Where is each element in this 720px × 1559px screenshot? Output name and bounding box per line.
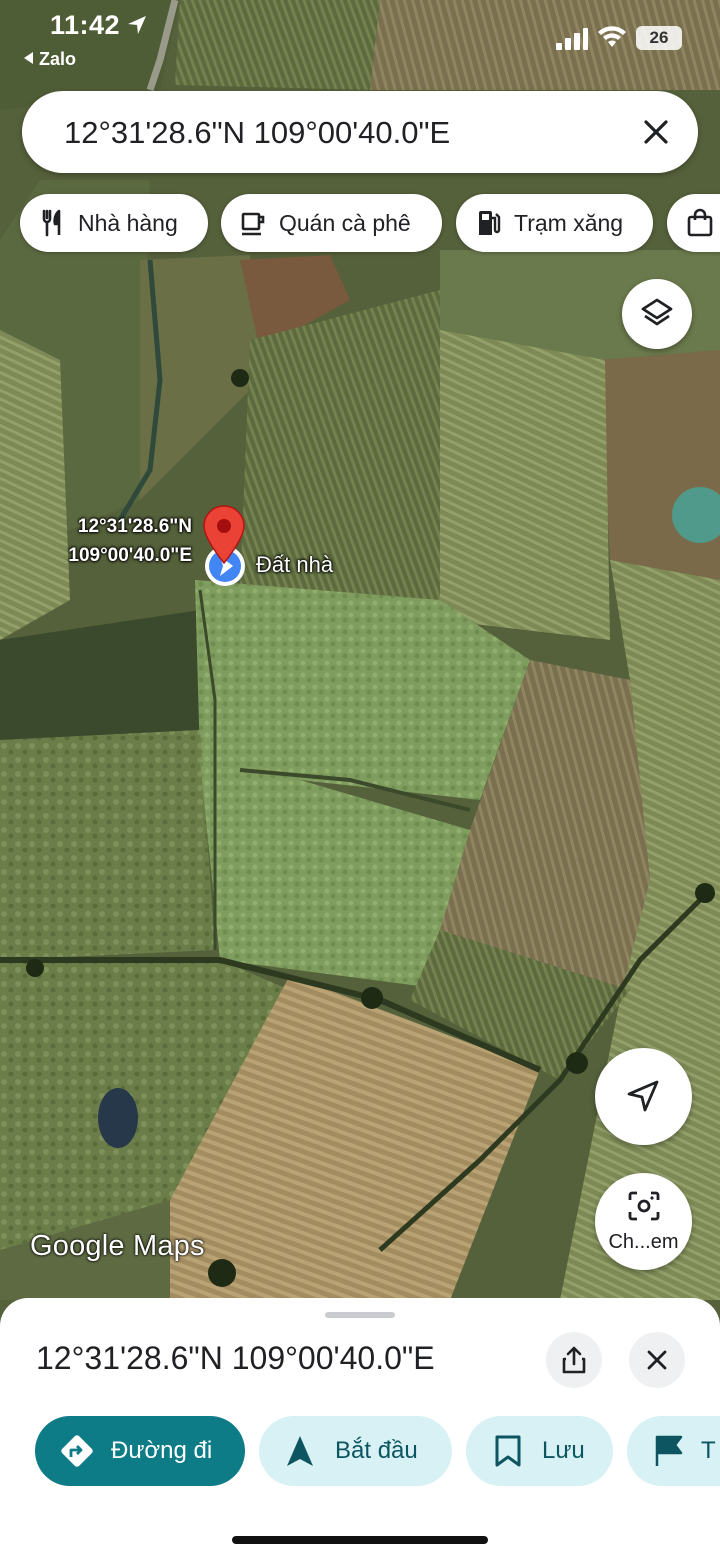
location-services-icon (128, 16, 146, 34)
save-button[interactable]: Lưu (466, 1416, 613, 1486)
google-maps-watermark: Google Maps (30, 1230, 205, 1262)
search-query[interactable]: 12°31'28.6"N 109°00'40.0"E (64, 115, 450, 151)
directions-icon (61, 1435, 93, 1467)
lens-button[interactable]: Ch...em (595, 1173, 692, 1270)
pin-coordinates-label: 12°31'28.6"N 109°00'40.0"E (40, 512, 192, 570)
pin-latitude: 12°31'28.6"N (77, 516, 192, 537)
lens-label: Ch...em (608, 1231, 679, 1253)
save-label: Lưu (542, 1437, 585, 1464)
layers-button[interactable] (622, 279, 692, 349)
place-title: 12°31'28.6"N 109°00'40.0"E (36, 1340, 435, 1376)
camera-lens-icon (628, 1191, 660, 1221)
action-buttons-row: Đường đi Bắt đầu Lưu T (0, 1416, 720, 1486)
share-icon (562, 1346, 586, 1374)
layers-icon (641, 298, 673, 326)
category-chips: Nhà hàng Quán cà phê Trạm xăng (0, 194, 720, 252)
close-icon[interactable] (637, 113, 675, 151)
dropped-pin-icon[interactable] (201, 505, 247, 565)
chip-label: Nhà hàng (78, 209, 178, 236)
wifi-icon (598, 26, 626, 47)
navigation-arrow-icon (627, 1080, 659, 1112)
chip-gas-stations[interactable]: Trạm xăng (456, 194, 653, 252)
status-bar: 11:42 Zalo 26 (0, 0, 720, 80)
home-indicator[interactable] (232, 1536, 488, 1544)
recenter-button[interactable] (595, 1048, 692, 1145)
place-bottom-sheet: 12°31'28.6"N 109°00'40.0"E Đường đi Bắt … (0, 1298, 720, 1559)
battery-indicator: 26 (636, 26, 682, 50)
bookmark-icon (495, 1435, 521, 1467)
back-app-label: Zalo (39, 49, 77, 69)
sheet-close-button[interactable] (629, 1332, 685, 1388)
cellular-signal-icon (556, 28, 588, 50)
back-to-app-link[interactable]: Zalo (24, 49, 76, 70)
start-button[interactable]: Bắt đầu (259, 1416, 452, 1486)
sheet-drag-handle[interactable] (325, 1312, 395, 1318)
flag-icon (655, 1435, 683, 1466)
chip-label: Quán cà phê (279, 209, 411, 236)
navigation-icon (287, 1436, 313, 1466)
status-time: 11:42 (50, 10, 121, 40)
label-label: T (701, 1437, 716, 1464)
chip-cafes[interactable]: Quán cà phê (221, 194, 442, 252)
chip-shopping[interactable] (667, 194, 720, 252)
shopping-bag-icon (687, 208, 713, 237)
search-bar[interactable]: 12°31'28.6"N 109°00'40.0"E (22, 91, 698, 173)
gas-station-icon (479, 211, 501, 235)
close-icon (647, 1350, 667, 1370)
start-label: Bắt đầu (335, 1437, 418, 1464)
saved-place-label[interactable]: Đất nhà (256, 552, 333, 578)
directions-label: Đường đi (111, 1437, 213, 1464)
coffee-icon (241, 212, 265, 236)
pin-longitude: 109°00'40.0"E (68, 545, 192, 566)
directions-button[interactable]: Đường đi (35, 1416, 245, 1486)
back-arrow-icon (24, 52, 33, 64)
chip-restaurants[interactable]: Nhà hàng (20, 194, 208, 252)
label-button[interactable]: T (627, 1416, 720, 1486)
restaurant-icon (42, 209, 61, 237)
share-button[interactable] (546, 1332, 602, 1388)
chip-label: Trạm xăng (514, 209, 624, 236)
